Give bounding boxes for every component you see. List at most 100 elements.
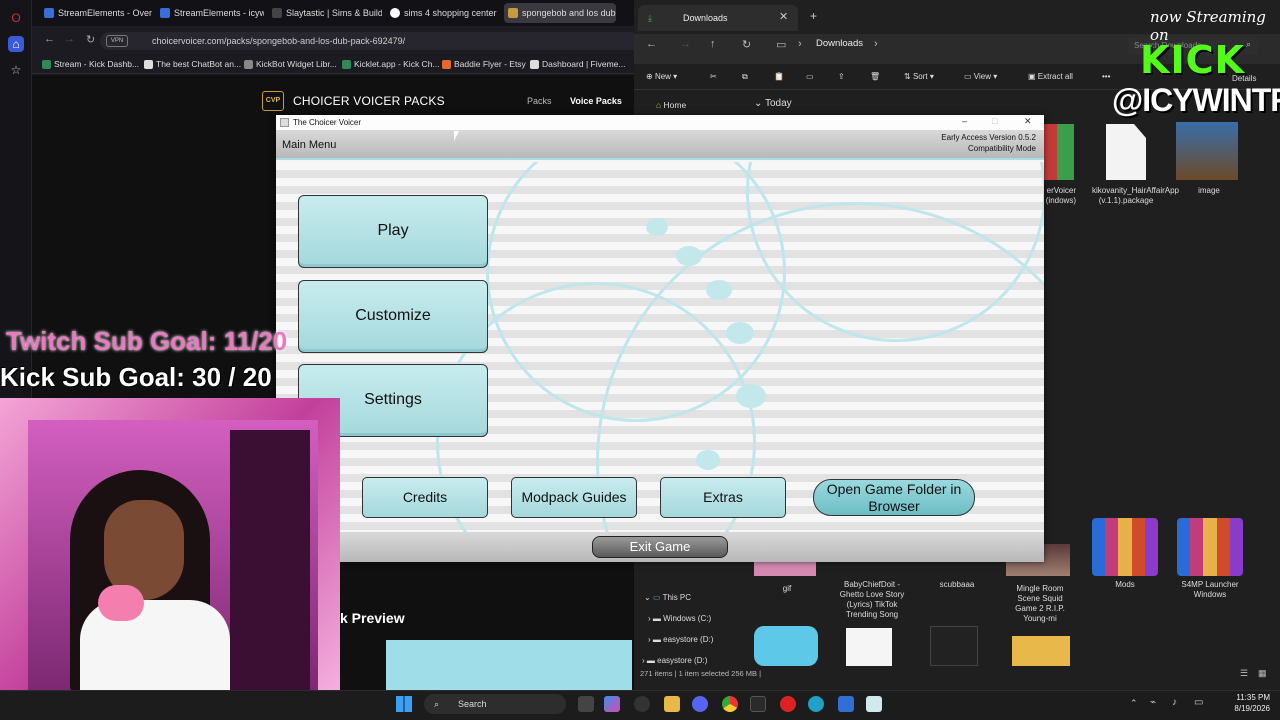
minimize-icon[interactable]: –: [962, 116, 967, 126]
extract-all-button[interactable]: ▣ Extract all: [1028, 72, 1073, 81]
exit-game-button[interactable]: Exit Game: [592, 536, 728, 558]
site-title[interactable]: CHOICER VOICER PACKS: [293, 94, 445, 108]
opera-icon[interactable]: [780, 696, 796, 712]
url-field[interactable]: choicervoicer.com/packs/spongebob-and-lo…: [100, 32, 640, 50]
sort-button[interactable]: ⇅ Sort ▾: [904, 72, 934, 81]
choicer-voicer-taskbar-icon[interactable]: [866, 696, 882, 712]
customize-button[interactable]: Customize: [298, 280, 488, 353]
forward-icon[interactable]: →: [64, 33, 75, 45]
forward-icon[interactable]: →: [680, 38, 691, 50]
webcam-background-door: [230, 430, 310, 696]
clock[interactable]: 11:35 PM 8/19/2026: [1220, 692, 1270, 714]
file-name: kikovanity_HairAffairApp (v.1.1).package: [1092, 186, 1180, 205]
opera-icon[interactable]: O: [8, 10, 24, 26]
app-icon-thumbnail[interactable]: [754, 626, 818, 666]
more-icon[interactable]: •••: [1102, 72, 1110, 81]
close-icon[interactable]: ✕: [1024, 116, 1032, 127]
home-icon[interactable]: ⌂: [8, 36, 24, 52]
credits-button[interactable]: Credits: [362, 477, 488, 518]
list-view-icon[interactable]: ☰: [1240, 668, 1248, 679]
file-item[interactable]: scubbaaa: [924, 580, 990, 590]
bookmark-etsy[interactable]: Baddie Flyer - Etsy: [442, 59, 526, 69]
vpn-badge[interactable]: VPN: [106, 35, 128, 47]
tab-streamelements-overlay[interactable]: StreamElements - Overla: [40, 3, 152, 23]
file-item[interactable]: S4MP Launcher Windows: [1174, 580, 1246, 600]
open-game-folder-button[interactable]: Open Game Folder in Browser: [813, 479, 975, 516]
tree-item-this-pc[interactable]: ⌄ ▭ This PC: [644, 593, 691, 602]
taskbar-search[interactable]: ⌕ Search: [424, 694, 566, 714]
monitor-icon[interactable]: ▭: [776, 38, 786, 51]
file-item[interactable]: image: [1176, 122, 1242, 196]
back-icon[interactable]: ←: [44, 33, 55, 45]
view-button[interactable]: ▭ View ▾: [964, 72, 997, 81]
rename-icon[interactable]: ▭: [806, 72, 814, 81]
reload-icon[interactable]: ↻: [86, 33, 95, 46]
settings-gear-icon[interactable]: [634, 696, 650, 712]
file-item[interactable]: erVoicer (indows): [1040, 124, 1076, 206]
folder-icon[interactable]: [1012, 636, 1070, 666]
copy-icon[interactable]: ⧉: [742, 72, 748, 82]
tab-sims4-shopping[interactable]: sims 4 shopping center -: [386, 3, 498, 23]
file-item[interactable]: kikovanity_HairAffairApp (v.1.1).package: [1092, 124, 1180, 206]
nav-packs-link[interactable]: Packs: [527, 96, 552, 106]
up-icon[interactable]: ↑: [710, 38, 716, 50]
display-icon[interactable]: ▭: [1194, 697, 1203, 708]
nav-home-label: Home: [663, 100, 687, 110]
explorer-tab-downloads[interactable]: ⤓ Downloads: [638, 5, 798, 31]
bookmark-kicklet[interactable]: Kicklet.app - Kick Ch...: [342, 59, 440, 69]
drive-icon: ▬: [652, 614, 661, 623]
back-icon[interactable]: ←: [646, 38, 657, 50]
group-header-today[interactable]: ⌄ Today: [754, 98, 792, 109]
tab-streamelements-icy[interactable]: StreamElements - icywintr: [156, 3, 264, 23]
document-thumbnail[interactable]: [846, 628, 892, 666]
file-item[interactable]: BabyChiefDoit - Ghetto Love Story (Lyric…: [838, 580, 906, 620]
screenshot-thumbnail[interactable]: [930, 626, 978, 666]
edge-icon[interactable]: [808, 696, 824, 712]
file-name: Mingle Room Scene Squid Game 2 R.I.P. Yo…: [1015, 584, 1065, 623]
nav-home[interactable]: ⌂ Home: [656, 100, 686, 110]
copilot-icon[interactable]: [604, 696, 620, 712]
new-button[interactable]: ⊕ New ▾: [646, 72, 677, 81]
grid-view-icon[interactable]: ▦: [1258, 668, 1267, 679]
close-tab-icon[interactable]: ✕: [779, 10, 788, 23]
tree-item-easystore-d[interactable]: › ▬ easystore (D:): [648, 635, 713, 644]
clock-date: 8/19/2026: [1234, 704, 1270, 713]
star-icon[interactable]: ☆: [8, 62, 24, 78]
chevron-up-icon[interactable]: ⌃: [1130, 698, 1138, 709]
app-icon[interactable]: [838, 696, 854, 712]
fivem-icon: [530, 60, 539, 69]
file-item[interactable]: Mods: [1092, 580, 1158, 590]
tab-spongebob-pack[interactable]: spongebob and los dub p: [504, 3, 616, 23]
obs-icon[interactable]: [750, 696, 766, 712]
breadcrumb[interactable]: Downloads: [816, 38, 863, 49]
network-icon[interactable]: ⌁: [1150, 697, 1156, 708]
play-button[interactable]: Play: [298, 195, 488, 268]
tree-item-windows-c[interactable]: › ▬ Windows (C:): [648, 614, 711, 623]
new-tab-icon[interactable]: +: [810, 9, 817, 23]
bookmark-fivem[interactable]: Dashboard | Fiveme...: [530, 59, 625, 69]
tab-slaytastic[interactable]: Slaytastic | Sims & Builds: [268, 3, 382, 23]
mic-tray-icon[interactable]: ♪: [1172, 697, 1177, 708]
nav-voice-packs-link[interactable]: Voice Packs: [570, 96, 622, 106]
bookmark-kick-dashboard[interactable]: Stream - Kick Dashb...: [42, 59, 139, 69]
bookmark-chatbot[interactable]: The best ChatBot an...: [144, 59, 241, 69]
tree-label: easystore (D:): [657, 656, 708, 665]
discord-icon[interactable]: [692, 696, 708, 712]
bookmark-kickbot[interactable]: KickBot Widget Libr...: [244, 59, 337, 69]
chrome-icon[interactable]: [722, 696, 738, 712]
extras-button[interactable]: Extras: [660, 477, 786, 518]
windows-start-icon[interactable]: [396, 696, 412, 712]
file-explorer-icon[interactable]: [664, 696, 680, 712]
share-icon[interactable]: ⇪: [838, 72, 845, 81]
game-titlebar[interactable]: The Choicer Voicer: [276, 115, 1044, 130]
task-view-icon[interactable]: [578, 696, 594, 712]
delete-icon[interactable]: 🗑: [870, 72, 880, 81]
refresh-icon[interactable]: ↻: [742, 38, 751, 51]
cut-icon[interactable]: ✂: [710, 72, 717, 81]
tree-item-easystore-d2[interactable]: › ▬ easystore (D:): [642, 656, 707, 665]
paste-icon[interactable]: 📋: [774, 72, 784, 81]
modpack-guides-button[interactable]: Modpack Guides: [511, 477, 637, 518]
home-icon: ⌂: [656, 100, 662, 110]
cvp-logo[interactable]: CVP: [262, 91, 284, 111]
maximize-icon[interactable]: □: [992, 116, 997, 126]
